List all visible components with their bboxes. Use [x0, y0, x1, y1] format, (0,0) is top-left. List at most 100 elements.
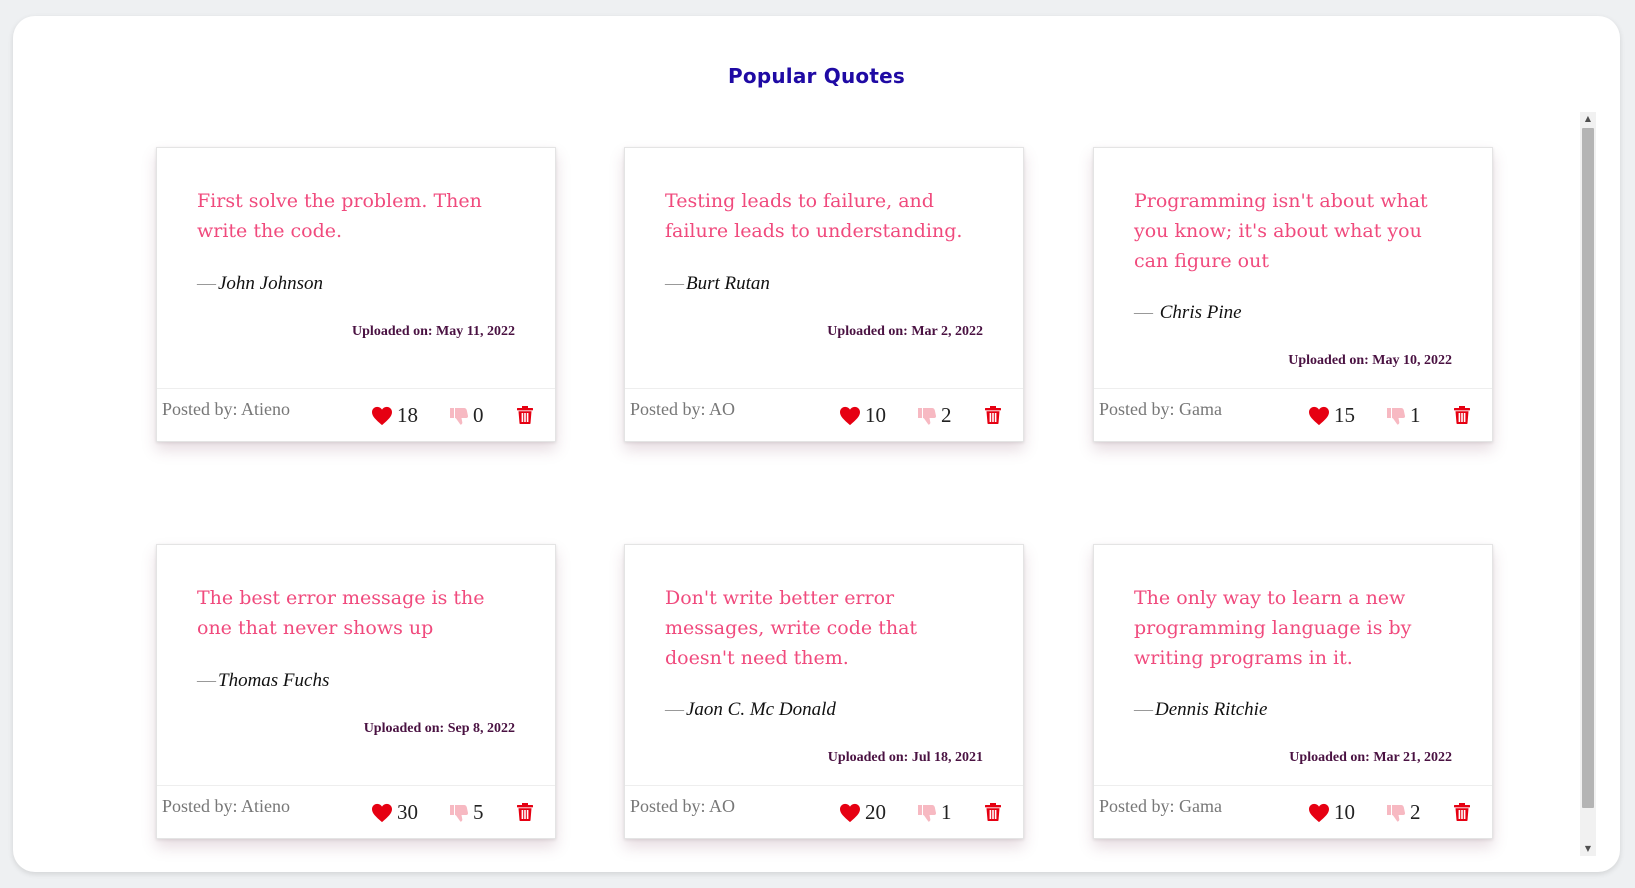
thumbs-down-icon — [918, 804, 937, 822]
uploaded-date: Uploaded on: Jul 18, 2021 — [827, 750, 983, 765]
card-footer: Posted by: Gama 10 2 — [1094, 785, 1492, 838]
quote-text: Don't write better error messages, write… — [665, 587, 918, 669]
quote-card: Programming isn't about what you know; i… — [1093, 147, 1493, 442]
heart-icon — [1309, 406, 1329, 425]
delete-button[interactable] — [1454, 803, 1470, 826]
trash-icon — [985, 803, 1001, 821]
quote-author: — Burt Rutan — [665, 273, 770, 295]
quote-author-name: Thomas Fuchs — [218, 670, 330, 691]
like-button[interactable]: 20 — [839, 800, 886, 825]
quote-card: Testing leads to failure, and failure le… — [624, 147, 1024, 442]
dislike-count: 2 — [1410, 800, 1421, 824]
quote-author-name: Jaon C. Mc Donald — [686, 699, 836, 720]
trash-icon — [517, 803, 533, 821]
heart-icon — [1309, 803, 1329, 822]
dislike-button[interactable]: 2 — [1386, 800, 1421, 825]
heart-icon — [840, 803, 860, 822]
quote-author: — Jaon C. Mc Donald — [665, 699, 836, 721]
like-count: 30 — [397, 800, 418, 824]
scrollbar-thumb[interactable] — [1582, 128, 1594, 808]
like-count: 10 — [865, 403, 886, 427]
quote-card: First solve the problem. Then write the … — [156, 147, 556, 442]
posted-by: Posted by: AO — [630, 796, 736, 816]
like-button[interactable]: 30 — [371, 800, 418, 825]
uploaded-date: Uploaded on: May 11, 2022 — [352, 324, 515, 339]
like-count: 10 — [1334, 800, 1355, 824]
dislike-count: 2 — [941, 403, 952, 427]
delete-button[interactable] — [985, 803, 1001, 826]
posted-by: Posted by: Atieno — [162, 399, 291, 419]
delete-button[interactable] — [517, 406, 533, 429]
quote-author-name: Chris Pine — [1159, 302, 1242, 323]
app-window: Popular Quotes First solve the problem. … — [13, 16, 1620, 872]
heart-icon — [372, 803, 392, 822]
like-count: 20 — [865, 800, 886, 824]
uploaded-date: Uploaded on: Mar 2, 2022 — [827, 324, 983, 339]
uploaded-date: Uploaded on: Sep 8, 2022 — [363, 721, 515, 736]
thumbs-down-icon — [918, 407, 937, 425]
dash-icon: — — [197, 670, 216, 691]
posted-by: Posted by: AO — [630, 399, 736, 419]
dislike-count: 0 — [473, 403, 484, 427]
quote-text: First solve the problem. Then write the … — [197, 190, 482, 242]
quote-author: — Thomas Fuchs — [197, 670, 329, 692]
like-count: 15 — [1334, 403, 1355, 427]
dislike-button[interactable]: 1 — [1386, 403, 1421, 428]
like-button[interactable]: 15 — [1308, 403, 1355, 428]
quote-text: The only way to learn a new programming … — [1134, 587, 1412, 669]
dislike-button[interactable]: 2 — [917, 403, 952, 428]
thumbs-down-icon — [1387, 804, 1406, 822]
trash-icon — [1454, 406, 1470, 424]
dash-icon: — — [665, 699, 684, 720]
quote-author: — Dennis Ritchie — [1134, 699, 1267, 721]
heart-icon — [372, 406, 392, 425]
page-title: Popular Quotes — [728, 64, 905, 88]
heart-icon — [840, 406, 860, 425]
uploaded-date: Uploaded on: May 10, 2022 — [1288, 353, 1452, 368]
dislike-count: 5 — [473, 800, 484, 824]
like-button[interactable]: 18 — [371, 403, 418, 428]
posted-by: Posted by: Gama — [1099, 796, 1222, 816]
delete-button[interactable] — [517, 803, 533, 826]
trash-icon — [985, 406, 1001, 424]
trash-icon — [1454, 803, 1470, 821]
quote-text: Testing leads to failure, and failure le… — [665, 190, 963, 242]
card-footer: Posted by: AO 10 2 — [625, 388, 1023, 441]
dislike-button[interactable]: 5 — [449, 800, 484, 825]
dislike-count: 1 — [1410, 403, 1421, 427]
quote-card: The best error message is the one that n… — [156, 544, 556, 839]
quote-author-name: Burt Rutan — [686, 273, 770, 294]
dislike-count: 1 — [941, 800, 952, 824]
quote-text: Programming isn't about what you know; i… — [1134, 190, 1428, 272]
dash-icon: — — [1134, 699, 1153, 720]
quote-author: — John Johnson — [197, 273, 323, 295]
like-count: 18 — [397, 403, 418, 427]
thumbs-down-icon — [450, 407, 469, 425]
uploaded-date: Uploaded on: Mar 21, 2022 — [1289, 750, 1452, 765]
posted-by: Posted by: Gama — [1099, 399, 1222, 419]
card-footer: Posted by: Gama 15 1 — [1094, 388, 1492, 441]
card-footer: Posted by: AO 20 1 — [625, 785, 1023, 838]
card-footer: Posted by: Atieno 30 5 — [157, 785, 555, 838]
quote-author: — Chris Pine — [1134, 302, 1242, 324]
quote-card: The only way to learn a new programming … — [1093, 544, 1493, 839]
trash-icon — [517, 406, 533, 424]
quote-text: The best error message is the one that n… — [197, 587, 485, 639]
delete-button[interactable] — [1454, 406, 1470, 429]
vertical-scrollbar[interactable]: ▲ ▼ — [1580, 112, 1596, 856]
like-button[interactable]: 10 — [1308, 800, 1355, 825]
card-footer: Posted by: Atieno 18 0 — [157, 388, 555, 441]
thumbs-down-icon — [450, 804, 469, 822]
quote-author-name: Dennis Ritchie — [1155, 699, 1268, 720]
delete-button[interactable] — [985, 406, 1001, 429]
scroll-down-icon[interactable]: ▼ — [1580, 842, 1596, 856]
like-button[interactable]: 10 — [839, 403, 886, 428]
dislike-button[interactable]: 1 — [917, 800, 952, 825]
quotes-grid: First solve the problem. Then write the … — [13, 112, 1620, 872]
posted-by: Posted by: Atieno — [162, 796, 291, 816]
scroll-up-icon[interactable]: ▲ — [1580, 112, 1596, 126]
thumbs-down-icon — [1387, 407, 1406, 425]
quote-author-name: John Johnson — [218, 273, 324, 294]
dash-icon: — — [1134, 302, 1153, 323]
dislike-button[interactable]: 0 — [449, 403, 484, 428]
